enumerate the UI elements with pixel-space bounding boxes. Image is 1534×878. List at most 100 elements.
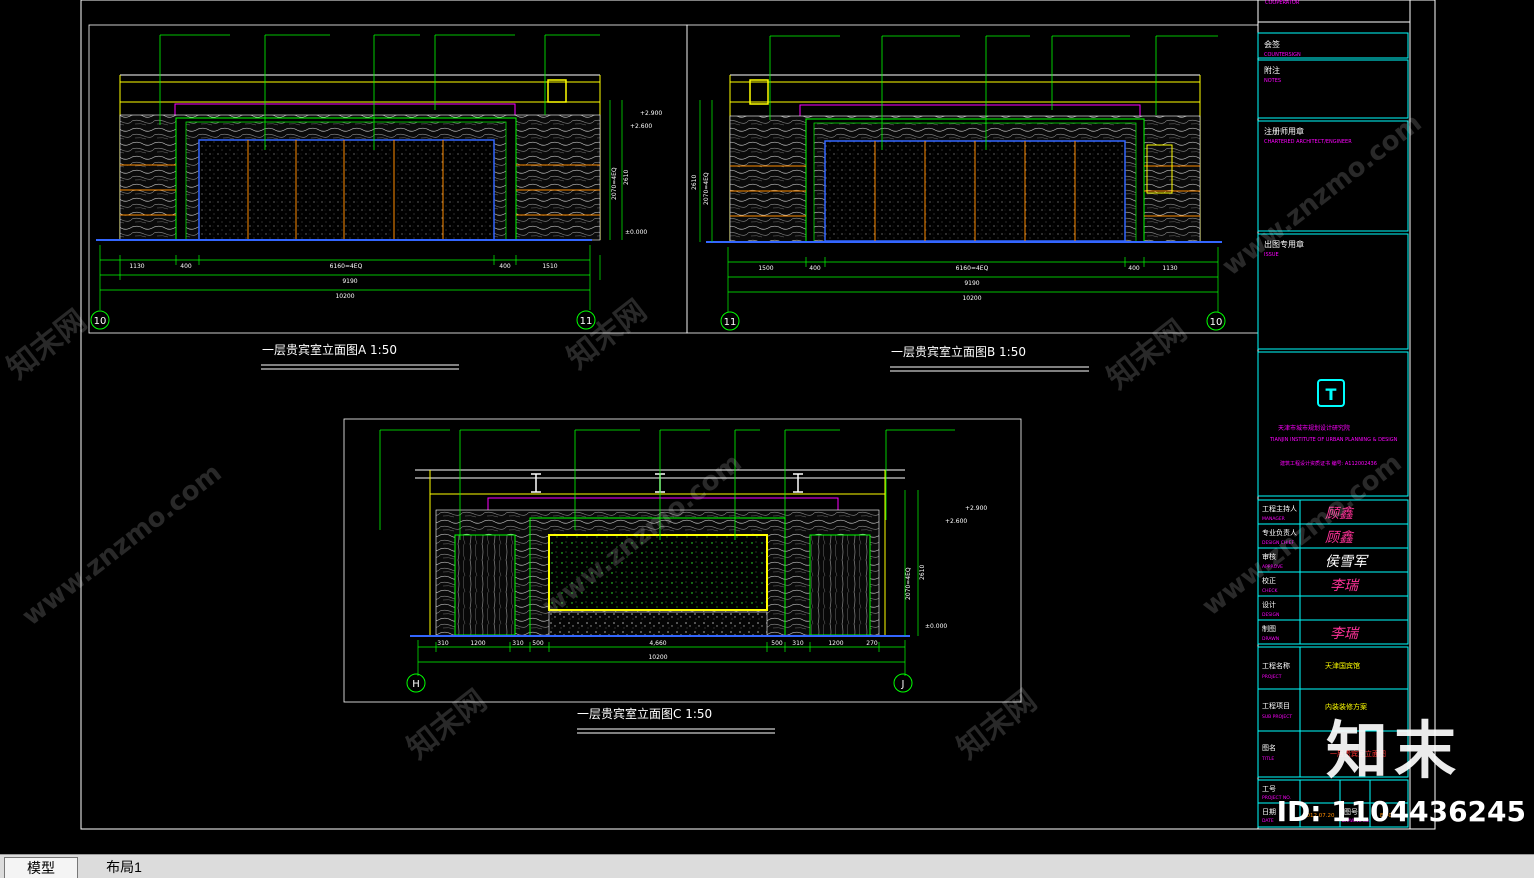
layout-tab-bar: 模型 布局1 — [0, 854, 1534, 878]
image-id-watermark: ID: 1104436245 — [1276, 795, 1526, 828]
cert-no: 建筑工程设计资质证书 编号: A112002436 — [1280, 460, 1377, 467]
dim-text: 1500 — [758, 265, 773, 272]
tb-cell — [1257, 59, 1409, 119]
dim-text: 400 — [499, 263, 511, 270]
dim-text: 6160=4EQ — [330, 263, 363, 270]
dim-text: 10200 — [335, 293, 354, 300]
dim-text: 2610 — [623, 170, 630, 185]
beam-section — [749, 79, 769, 105]
tb-label: 图名 — [1262, 743, 1276, 752]
signature: 李瑞 — [1330, 626, 1360, 642]
tb-role: 设计 — [1262, 600, 1276, 609]
tb-role: 专业负责人 — [1262, 528, 1297, 537]
dim-text: 500 — [771, 640, 783, 647]
dim-text: 310 — [437, 640, 449, 647]
signature: 顾鑫 — [1325, 506, 1355, 522]
cad-model-space[interactable]: 1130 400 6160=4EQ 400 1510 9190 10200 26… — [0, 0, 1534, 854]
tb-role-en: DESIGN — [1262, 612, 1279, 618]
wood-pilaster-left — [454, 534, 516, 636]
cooperator-label: COOPERATOR — [1265, 0, 1300, 6]
tb-label-en: NOTES — [1264, 78, 1281, 84]
axis-label: 10 — [1210, 317, 1223, 328]
tab-model[interactable]: 模型 — [4, 857, 78, 878]
tb-role: 审核 — [1262, 552, 1276, 561]
drawing-title: 一层贵宾室立面图B 1:50 — [891, 344, 1026, 359]
project-name: 天津国宾馆 — [1325, 661, 1360, 670]
dim-text: 2610 — [691, 175, 698, 190]
tb-cell — [1257, 351, 1409, 497]
dim-text: 1130 — [1162, 265, 1177, 272]
elevation-b: 1500 400 6160=4EQ 400 1130 9190 10200 26… — [691, 35, 1226, 372]
axis-label: 10 — [94, 316, 107, 327]
dim-text: 6160=4EQ — [956, 265, 989, 272]
dim-text: 400 — [180, 263, 192, 270]
tab-layout1[interactable]: 布局1 — [88, 857, 160, 877]
signature: 顾鑫 — [1325, 530, 1355, 546]
signature: 李瑞 — [1330, 578, 1360, 594]
tb-role-en: MANAGER — [1262, 516, 1285, 522]
axis-label: 11 — [724, 317, 737, 328]
tb-label-en: COUNTERSIGN — [1264, 52, 1301, 58]
level-mark: +2.900 — [965, 505, 987, 512]
tb-label-en: ISSUE — [1264, 252, 1279, 258]
svg-text:T: T — [1326, 385, 1337, 404]
tb-role: 制图 — [1262, 624, 1276, 633]
institute-name: 天津市城市规划设计研究院 — [1278, 424, 1350, 432]
signature: 侯雪军 — [1325, 554, 1369, 570]
base-panel — [548, 611, 768, 637]
cad-drawing-sheet: 1130 400 6160=4EQ 400 1510 9190 10200 26… — [80, 0, 1436, 830]
tb-role: 工程主持人 — [1262, 504, 1297, 513]
tb-label-en: TITLE — [1261, 756, 1274, 762]
axis-label: J — [901, 679, 905, 690]
beam-section — [547, 79, 567, 103]
tb-label-en: SUB PROJECT — [1262, 714, 1292, 720]
elevation-a: 1130 400 6160=4EQ 400 1510 9190 10200 26… — [90, 34, 662, 370]
drawing-title: 一层贵宾室立面图A 1:50 — [262, 342, 397, 357]
dim-text: 10200 — [648, 654, 667, 661]
tb-label: 工程项目 — [1262, 701, 1290, 710]
tb-label: 出图专用章 — [1264, 239, 1304, 249]
dim-text: 400 — [1128, 265, 1140, 272]
steel-beams — [531, 473, 803, 493]
tb-cell — [1257, 120, 1409, 232]
tb-label: 日期 — [1262, 808, 1276, 816]
tb-label-en: CHARTERED ARCHITECT/ENGINEER — [1264, 139, 1352, 145]
dim-text: 1130 — [129, 263, 144, 270]
dim-text: 9190 — [342, 278, 357, 285]
dim-text: 2610 — [919, 565, 926, 580]
tb-label: 工程名称 — [1262, 661, 1290, 670]
center-panel — [548, 534, 768, 611]
dim-text: 9190 — [964, 280, 979, 287]
dim-text: 1200 — [828, 640, 843, 647]
axis-label: 11 — [580, 316, 593, 327]
tb-label: 附注 — [1264, 65, 1280, 75]
tb-label-en: DATE — [1262, 818, 1274, 824]
tb-role-en: DESIGN CHIEF — [1262, 540, 1294, 546]
dim-text: 2070=4EQ — [703, 172, 710, 205]
dim-text: 500 — [532, 640, 544, 647]
drawing-title: 一层贵宾室立面图C 1:50 — [577, 706, 712, 721]
tb-role: 校正 — [1262, 576, 1276, 585]
elevation-c: 310 1200 310 500 4,660 500 310 1200 270 … — [379, 429, 987, 734]
tb-role-en: CHECK — [1262, 588, 1279, 594]
dim-text: 2070=4EQ — [611, 167, 618, 200]
axis-label: H — [412, 679, 420, 690]
level-mark: ±0.000 — [925, 623, 947, 630]
tb-label: 注册师用章 — [1264, 126, 1304, 136]
dim-text: 310 — [792, 640, 804, 647]
level-mark: +2.600 — [630, 123, 652, 130]
dim-text: 4,660 — [649, 640, 666, 647]
level-mark: ±0.000 — [625, 229, 647, 236]
tb-role-en: DRAWN — [1262, 636, 1279, 642]
tb-cell — [1257, 233, 1409, 350]
dim-text: 1510 — [542, 263, 557, 270]
level-mark: +2.600 — [945, 518, 967, 525]
brand-watermark: 知末 — [1325, 714, 1462, 787]
center-panel — [198, 139, 495, 241]
tb-label-en: PROJECT — [1262, 674, 1282, 680]
dim-text: 310 — [512, 640, 524, 647]
dim-text: 10200 — [962, 295, 981, 302]
dim-text: 270 — [866, 640, 878, 647]
institute-name-en: TIANJIN INSTITUTE OF URBAN PLANNING & DE… — [1269, 437, 1398, 443]
level-mark: +2.900 — [640, 110, 662, 117]
